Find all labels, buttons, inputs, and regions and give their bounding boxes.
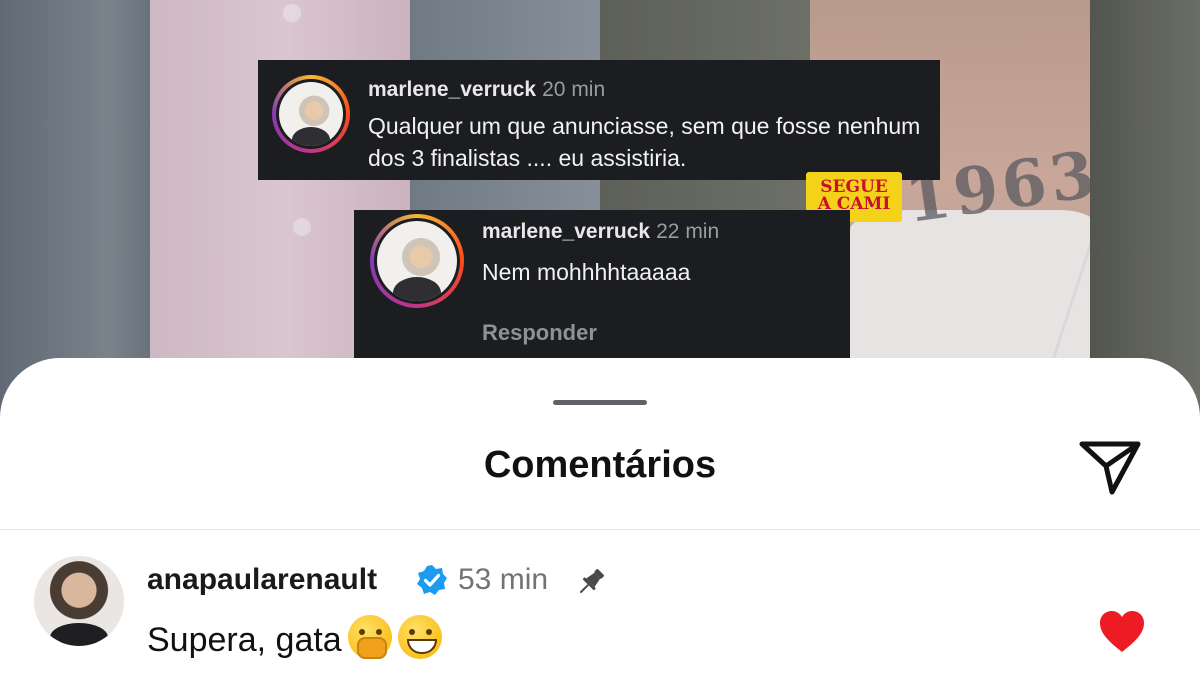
comment-time: 20 min (542, 78, 606, 101)
comment-text-value: Supera, gata (147, 621, 342, 659)
heart-icon[interactable] (1098, 610, 1146, 654)
overlay-comment: marlene_verruck 22 min Nem mohhhhtaaaaa R… (354, 210, 850, 360)
comment-time: 22 min (656, 220, 720, 243)
comment-time: 53 min (458, 563, 549, 596)
avatar-photo (377, 221, 457, 301)
comment-text: Qualquer um que anunciasse, sem que foss… (368, 113, 921, 171)
comment-text: Supera, gata (147, 615, 442, 660)
story-ring-avatar (272, 75, 350, 153)
coat-right (1090, 0, 1200, 420)
divider (0, 529, 1200, 530)
avatar[interactable] (34, 556, 124, 646)
comment-text: Nem mohhhhtaaaaa (482, 259, 691, 285)
comment-username: marlene_verruck 22 min (482, 220, 719, 244)
shirt-button (293, 218, 311, 236)
sheet-title: Comentários (483, 444, 717, 486)
reply-link: Responder (482, 320, 597, 345)
username-text: marlene_verruck (368, 78, 537, 101)
avatar-photo (279, 82, 343, 146)
comment-username[interactable]: anapaularenault (147, 563, 377, 597)
paper-plane-icon[interactable] (1076, 436, 1144, 498)
verified-badge-icon (417, 565, 447, 595)
grinning-sweat-emoji (397, 615, 442, 659)
comment-username: marlene_verruck 20 min (368, 78, 605, 102)
username-text: marlene_verruck (482, 220, 651, 243)
pin-icon (579, 568, 605, 594)
comments-sheet: Comentários anapaularenault 53 min Super… (0, 358, 1200, 675)
shirt-button (283, 4, 301, 22)
hand-over-mouth-emoji (347, 615, 392, 659)
story-ring-avatar (370, 214, 464, 308)
drag-handle[interactable] (553, 400, 647, 405)
overlay-comment: marlene_verruck 20 min Qualquer um que an… (258, 60, 940, 180)
